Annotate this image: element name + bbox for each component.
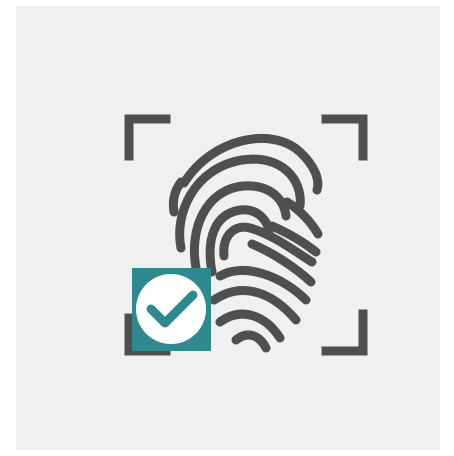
frame-corner-top-right: [321, 114, 368, 161]
ridge-4: [205, 205, 274, 277]
icon-canvas: [0, 0, 454, 456]
verified-check-badge: [132, 268, 211, 351]
frame-corner-top-left: [124, 114, 171, 161]
fingerprint-scan-verified-icon: [124, 114, 368, 356]
ridge-lower-4: [231, 330, 271, 353]
frame-corner-bottom-right: [321, 309, 368, 356]
